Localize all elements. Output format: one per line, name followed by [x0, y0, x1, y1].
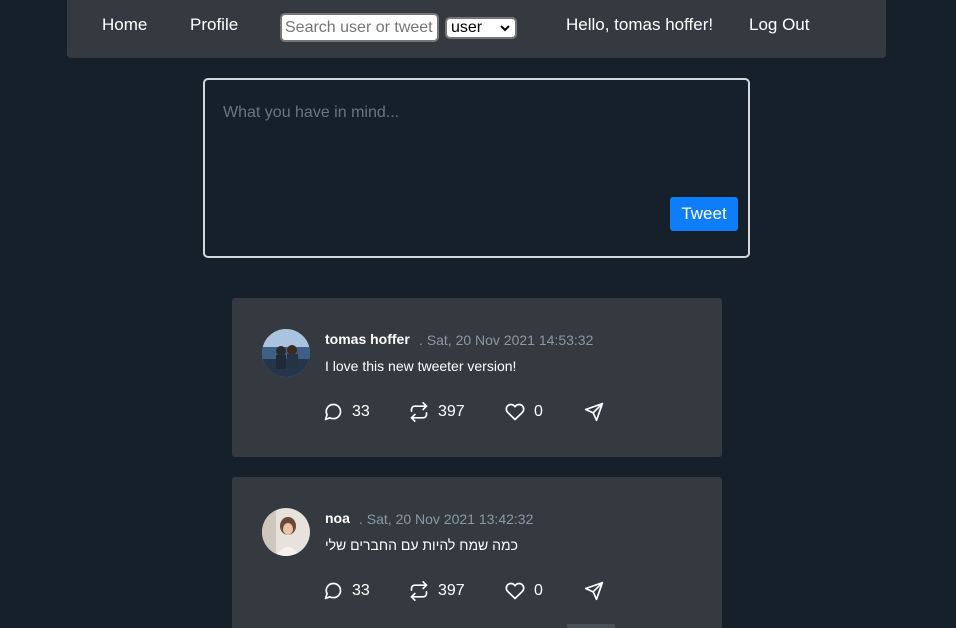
search-type-value: user — [451, 19, 483, 36]
nav-home-link[interactable]: Home — [102, 15, 147, 35]
retweet-button[interactable]: 397 — [409, 400, 465, 424]
avatar[interactable] — [262, 329, 310, 377]
tweet-author[interactable]: tomas hoffer — [325, 331, 410, 347]
comment-count: 33 — [352, 582, 370, 599]
compose-input[interactable] — [223, 104, 723, 184]
tweet-author[interactable]: noa — [325, 510, 350, 526]
tweet-date: . Sat, 20 Nov 2021 13:42:32 — [359, 511, 534, 527]
logout-link[interactable]: Log Out — [749, 15, 810, 35]
comment-icon — [324, 403, 342, 421]
retweet-button[interactable]: 397 — [409, 579, 465, 603]
nav-profile-link[interactable]: Profile — [190, 15, 238, 35]
heart-icon — [505, 582, 525, 600]
tweet-card: noa . Sat, 20 Nov 2021 13:42:32 כמה שמח … — [232, 477, 722, 628]
like-button[interactable]: 0 — [505, 400, 543, 424]
compose-box: Tweet — [203, 78, 750, 258]
avatar[interactable] — [262, 508, 310, 556]
tweet-text: כמה שמח להיות עם החברים שלי — [325, 537, 519, 553]
comment-count: 33 — [352, 403, 370, 420]
search-input[interactable] — [280, 13, 439, 42]
heart-icon — [505, 403, 525, 421]
retweet-icon — [410, 402, 428, 422]
share-button[interactable] — [584, 400, 604, 424]
like-button[interactable]: 0 — [505, 579, 543, 603]
tweet-date: . Sat, 20 Nov 2021 14:53:32 — [419, 332, 594, 348]
greeting-text: Hello, tomas hoffer! — [566, 15, 714, 34]
tweet-text: I love this new tweeter version! — [325, 358, 517, 374]
like-count: 0 — [534, 582, 543, 599]
comment-button[interactable]: 33 — [323, 579, 370, 603]
retweet-icon — [410, 581, 428, 601]
navbar: Home Profile user Hello, tomas hoffer! L… — [67, 0, 886, 58]
share-icon — [584, 402, 604, 422]
tweet-card: tomas hoffer . Sat, 20 Nov 2021 14:53:32… — [232, 298, 722, 457]
retweet-count: 397 — [438, 403, 465, 420]
retweet-count: 397 — [438, 582, 465, 599]
scrollbar-thumb[interactable] — [567, 624, 615, 628]
tweet-button[interactable]: Tweet — [670, 197, 738, 231]
like-count: 0 — [534, 403, 543, 420]
search-type-select[interactable]: user — [445, 17, 517, 39]
comment-button[interactable]: 33 — [323, 400, 370, 424]
chevron-down-icon — [500, 25, 510, 32]
share-icon — [584, 581, 604, 601]
share-button[interactable] — [584, 579, 604, 603]
comment-icon — [324, 582, 342, 600]
